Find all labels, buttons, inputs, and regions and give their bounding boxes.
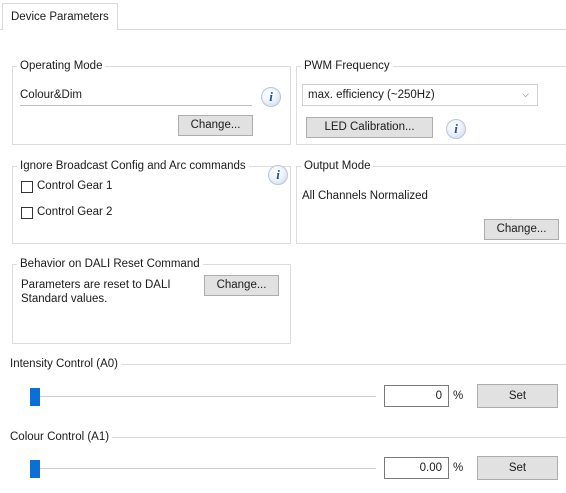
operating-mode-value: Colour&Dim <box>20 89 82 101</box>
dali-reset-description: Parameters are reset to DALI Standard va… <box>21 279 171 305</box>
intensity-value-input[interactable]: 0 <box>384 385 449 407</box>
ignore-broadcast-legend: Ignore Broadcast Config and Arc commands <box>17 159 249 173</box>
dali-reset-legend: Behavior on DALI Reset Command <box>17 257 203 271</box>
output-mode-legend: Output Mode <box>301 159 374 173</box>
ignore-broadcast-info-icon[interactable]: i <box>268 165 288 185</box>
ignore-broadcast-group: Ignore Broadcast Config and Arc commands <box>12 159 291 244</box>
pwm-frequency-select[interactable]: max. efficiency (~250Hz) ⌵ <box>302 84 538 106</box>
chevron-down-icon: ⌵ <box>522 89 529 99</box>
dali-reset-change-button[interactable]: Change... <box>204 275 279 296</box>
operating-mode-legend: Operating Mode <box>17 59 106 73</box>
pwm-frequency-selected: max. efficiency (~250Hz) <box>308 89 435 101</box>
colour-value-input[interactable]: 0.00 <box>384 457 449 479</box>
pwm-frequency-info-icon[interactable]: i <box>446 119 466 139</box>
output-mode-change-button[interactable]: Change... <box>484 219 559 240</box>
intensity-control-legend: Intensity Control (A0) <box>7 357 122 371</box>
colour-unit: % <box>453 462 464 474</box>
output-mode-value: All Channels Normalized <box>302 190 428 202</box>
colour-set-button[interactable]: Set <box>477 456 558 480</box>
control-gear-2-label: Control Gear 2 <box>37 206 113 218</box>
operating-mode-change-button[interactable]: Change... <box>178 115 253 136</box>
control-gear-1-checkbox[interactable] <box>21 181 33 193</box>
intensity-unit: % <box>453 390 464 402</box>
colour-slider-track[interactable] <box>34 468 376 469</box>
intensity-set-button[interactable]: Set <box>477 384 558 408</box>
tab-device-parameters[interactable]: Device Parameters <box>2 3 118 30</box>
colour-control-legend: Colour Control (A1) <box>7 430 113 444</box>
led-calibration-button[interactable]: LED Calibration... <box>306 117 433 138</box>
control-gear-2-checkbox[interactable] <box>21 207 33 219</box>
colour-slider-thumb[interactable] <box>30 460 40 478</box>
intensity-slider-thumb[interactable] <box>30 388 40 406</box>
pwm-frequency-legend: PWM Frequency <box>301 59 393 73</box>
operating-mode-info-icon[interactable]: i <box>261 87 281 107</box>
intensity-slider-track[interactable] <box>34 396 376 397</box>
control-gear-1-label: Control Gear 1 <box>37 180 113 192</box>
